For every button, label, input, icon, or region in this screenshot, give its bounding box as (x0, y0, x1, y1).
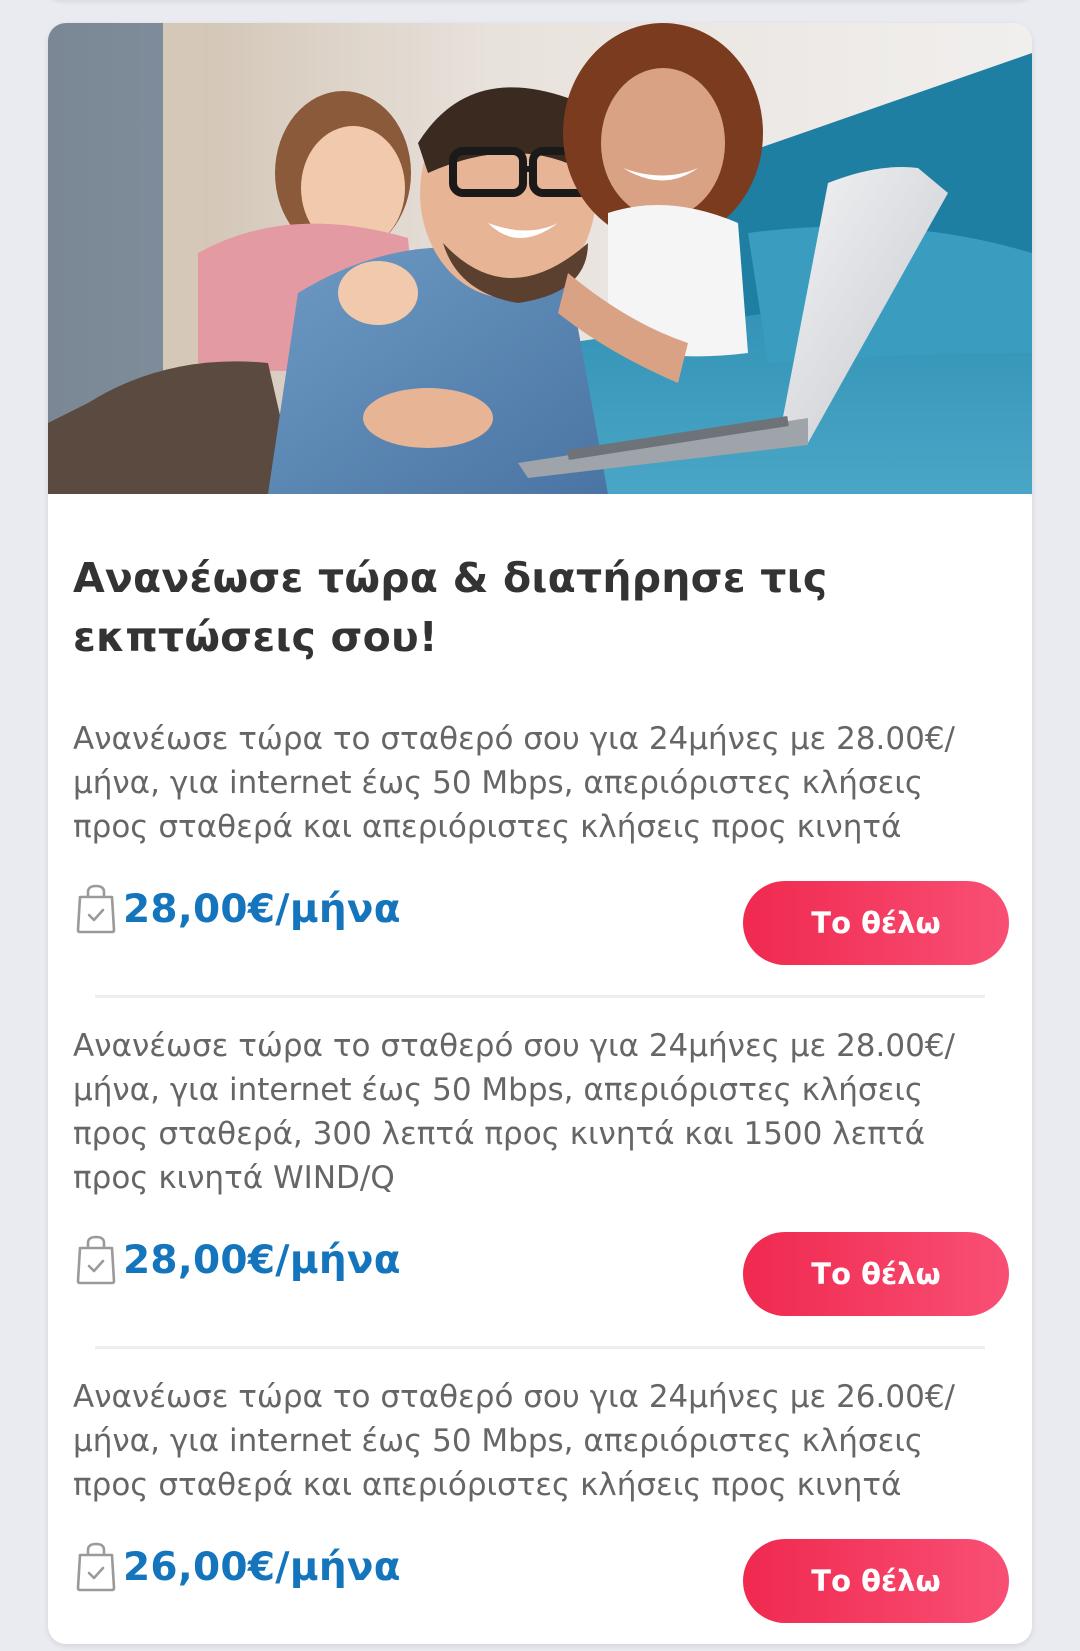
price-amount: 28,00€/μήνα (123, 886, 401, 932)
want-it-button[interactable]: Το θέλω (743, 1539, 1009, 1623)
offer-item: Ανανέωσε τώρα το σταθερό σου για 24μήνες… (73, 717, 1009, 971)
card-title: Ανανέωσε τώρα & διατήρησε τις εκπτώσεις … (73, 554, 828, 661)
shopping-bag-check-icon (75, 883, 117, 935)
offer-description: Ανανέωσε τώρα το σταθερό σου για 24μήνες… (73, 1028, 956, 1196)
offer-item: Ανανέωσε τώρα το σταθερό σου για 24μήνες… (73, 1024, 1009, 1322)
renewal-offer-card: Ανανέωσε τώρα & διατήρησε τις εκπτώσεις … (48, 23, 1032, 1644)
offer-price: 28,00€/μήνα (75, 883, 401, 935)
offer-price: 26,00€/μήνα (75, 1541, 401, 1593)
shopping-bag-check-icon (75, 1541, 117, 1593)
offer-description: Ανανέωσε τώρα το σταθερό σου για 24μήνες… (73, 721, 956, 845)
want-it-button[interactable]: Το θέλω (743, 881, 1009, 965)
offer-description: Ανανέωσε τώρα το σταθερό σου για 24μήνες… (73, 1379, 956, 1503)
price-amount: 26,00€/μήνα (123, 1544, 401, 1590)
price-amount: 28,00€/μήνα (123, 1237, 401, 1283)
offer-divider (95, 1346, 985, 1349)
offer-item: Ανανέωσε τώρα το σταθερό σου για 24μήνες… (73, 1375, 1009, 1629)
offer-divider (95, 995, 985, 998)
offer-price: 28,00€/μήνα (75, 1234, 401, 1286)
hero-image (48, 23, 1032, 494)
want-it-button[interactable]: Το θέλω (743, 1232, 1009, 1316)
shopping-bag-check-icon (75, 1234, 117, 1286)
